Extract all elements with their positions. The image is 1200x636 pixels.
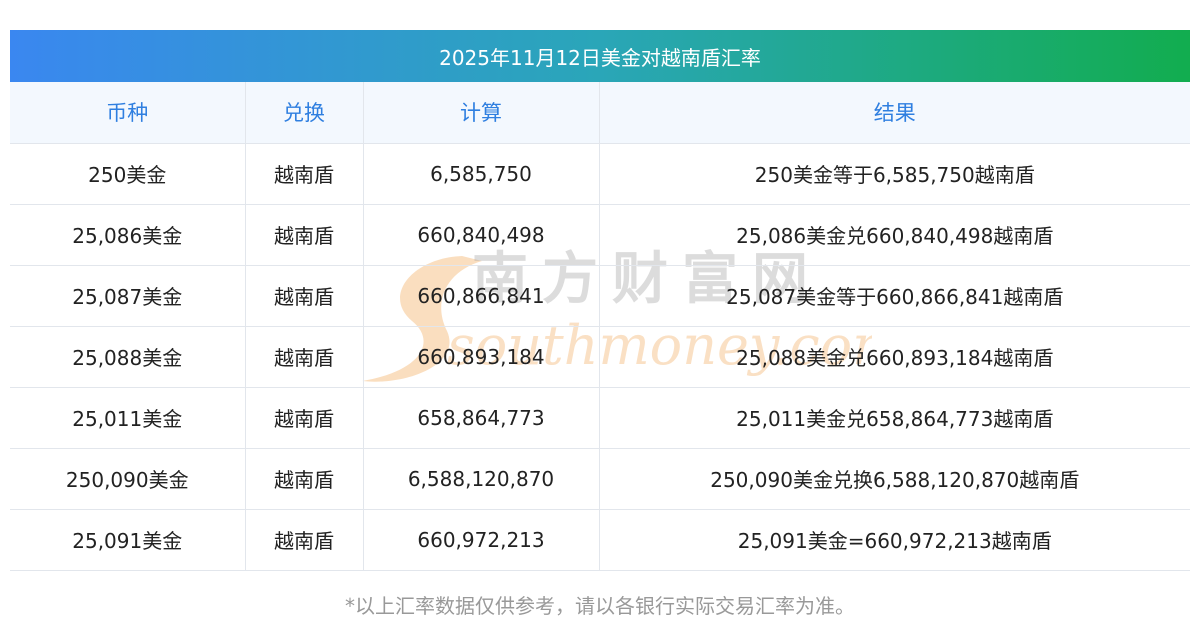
cell-currency: 250美金 [10,143,246,205]
table-row: 250美金 越南盾 6,585,750 250美金等于6,585,750越南盾 [10,143,1190,205]
cell-exchange: 越南盾 [245,387,364,449]
header-calculation: 计算 [363,82,600,144]
cell-calculation: 660,840,498 [363,204,600,266]
cell-calculation: 660,972,213 [363,509,600,571]
exchange-rate-table: 币种 兑换 计算 结果 250美金 越南盾 6,585,750 250美金等于6… [10,82,1190,571]
cell-exchange: 越南盾 [245,204,364,266]
cell-result: 25,011美金兑658,864,773越南盾 [599,387,1190,449]
table-row: 25,091美金 越南盾 660,972,213 25,091美金=660,97… [10,509,1190,571]
header-currency: 币种 [10,82,246,144]
table-row: 25,088美金 越南盾 660,893,184 25,088美金兑660,89… [10,326,1190,388]
table-row: 250,090美金 越南盾 6,588,120,870 250,090美金兑换6… [10,448,1190,510]
cell-result: 250美金等于6,585,750越南盾 [599,143,1190,205]
cell-calculation: 660,893,184 [363,326,600,388]
cell-result: 25,087美金等于660,866,841越南盾 [599,265,1190,327]
table-row: 25,011美金 越南盾 658,864,773 25,011美金兑658,86… [10,387,1190,449]
cell-calculation: 660,866,841 [363,265,600,327]
cell-currency: 25,087美金 [10,265,246,327]
cell-calculation: 658,864,773 [363,387,600,449]
cell-calculation: 6,588,120,870 [363,448,600,510]
cell-result: 25,088美金兑660,893,184越南盾 [599,326,1190,388]
cell-exchange: 越南盾 [245,509,364,571]
cell-currency: 25,011美金 [10,387,246,449]
exchange-rate-sheet: 2025年11月12日美金对越南盾汇率 币种 兑换 计算 结果 250美金 越南… [10,30,1190,571]
table-row: 25,087美金 越南盾 660,866,841 25,087美金等于660,8… [10,265,1190,327]
cell-calculation: 6,585,750 [363,143,600,205]
table-row: 25,086美金 越南盾 660,840,498 25,086美金兑660,84… [10,204,1190,266]
cell-result: 25,086美金兑660,840,498越南盾 [599,204,1190,266]
cell-result: 250,090美金兑换6,588,120,870越南盾 [599,448,1190,510]
cell-currency: 250,090美金 [10,448,246,510]
disclaimer-footnote: *以上汇率数据仅供参考，请以各银行实际交易汇率为准。 [345,594,855,618]
header-exchange: 兑换 [245,82,364,144]
cell-exchange: 越南盾 [245,265,364,327]
cell-exchange: 越南盾 [245,143,364,205]
cell-currency: 25,086美金 [10,204,246,266]
header-result: 结果 [599,82,1190,144]
cell-currency: 25,091美金 [10,509,246,571]
cell-result: 25,091美金=660,972,213越南盾 [599,509,1190,571]
cell-exchange: 越南盾 [245,448,364,510]
cell-exchange: 越南盾 [245,326,364,388]
cell-currency: 25,088美金 [10,326,246,388]
table-title: 2025年11月12日美金对越南盾汇率 [10,30,1190,82]
table-header-row: 币种 兑换 计算 结果 [10,82,1190,144]
